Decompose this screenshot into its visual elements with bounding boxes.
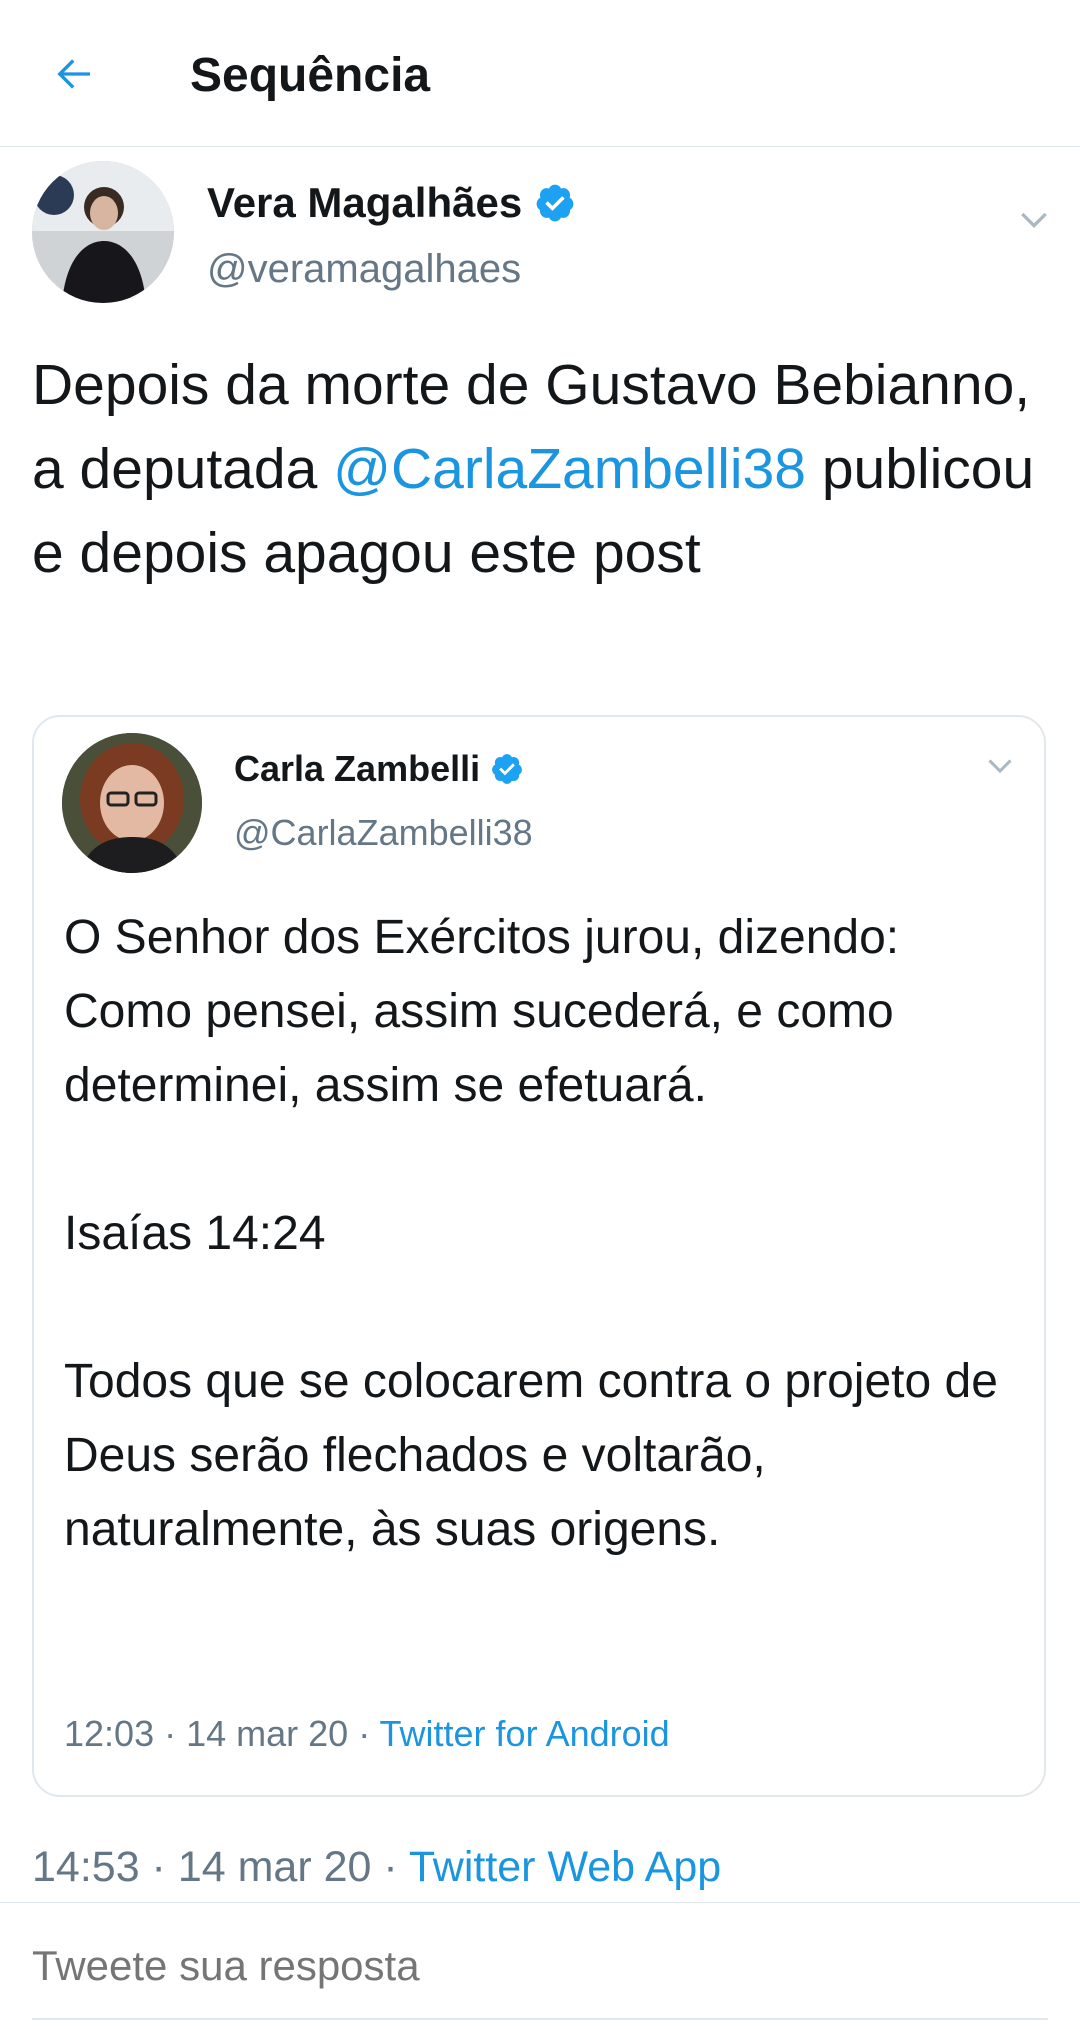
tweet-source-link[interactable]: Twitter Web App [409,1843,721,1891]
tweet-meta: 14:53 · 14 mar 20 · Twitter Web App [32,1838,721,1896]
mention-link[interactable]: @CarlaZambelli38 [333,437,806,501]
tweet-date: 14 mar 20 [177,1843,372,1891]
quoted-paragraph: Isaías 14:24 [64,1207,326,1260]
author-name-text: Vera Magalhães [207,179,523,226]
meta-separator: · [154,1713,187,1754]
avatar-photo [32,161,174,303]
back-button[interactable] [44,44,104,104]
page-title: Sequência [190,49,431,102]
arrow-left-icon [57,59,90,89]
quoted-paragraph: O Senhor dos Exércitos jurou, dizendo: C… [64,911,900,1112]
verified-badge-icon [536,184,574,222]
verified-badge-icon [492,754,522,784]
meta-separator: · [371,1843,409,1891]
tweet-text: Depois da morte de Gustavo Bebianno, a d… [32,343,1042,595]
quoted-author-name-text: Carla Zambelli [234,748,481,789]
quoted-author-avatar[interactable] [62,733,202,873]
top-app-bar: Sequência [0,0,1080,147]
quoted-source-link[interactable]: Twitter for Android [380,1713,670,1754]
avatar-photo [62,733,202,873]
reply-input[interactable] [32,1938,1042,1994]
quoted-author-name[interactable]: Carla Zambelli [234,745,524,793]
quoted-author-handle: @CarlaZambelli38 [234,812,533,853]
quoted-paragraph: Todos que se colocarem contra o projeto … [64,1355,998,1556]
quoted-tweet-card[interactable]: Carla Zambelli @CarlaZambelli38 O Senhor… [32,715,1046,1797]
reply-underline [32,2018,1048,2020]
quoted-date: 14 mar 20 [186,1713,349,1754]
quoted-time: 12:03 [64,1713,155,1754]
chevron-down-icon[interactable] [1014,199,1054,239]
quoted-tweet-text: O Senhor dos Exércitos jurou, dizendo: C… [64,901,1024,1567]
author-handle: @veramagalhaes [207,247,522,291]
divider [0,1902,1080,1903]
quoted-tweet-meta: 12:03 · 14 mar 20 · Twitter for Android [64,1711,670,1757]
author-avatar[interactable] [32,161,174,303]
meta-separator: · [139,1843,178,1891]
author-name[interactable]: Vera Magalhães [207,177,576,229]
chevron-down-icon[interactable] [982,747,1018,783]
tweet-time: 14:53 [32,1843,140,1891]
meta-separator: · [348,1713,380,1754]
